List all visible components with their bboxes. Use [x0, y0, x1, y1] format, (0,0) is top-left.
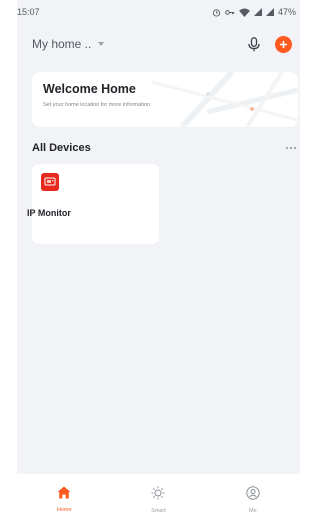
device-card[interactable]: [32, 164, 159, 244]
add-icon[interactable]: [275, 35, 292, 53]
sun-icon: [151, 486, 165, 505]
ip-monitor-icon: [41, 173, 59, 191]
welcome-card[interactable]: Welcome Home Set your home location for …: [32, 72, 298, 127]
more-options-icon[interactable]: [286, 147, 296, 149]
tab-smart[interactable]: Smart: [111, 474, 205, 516]
devices-section-header: All Devices: [32, 140, 296, 156]
user-icon: [246, 486, 260, 505]
device-name: IP Monitor: [27, 208, 71, 218]
alarm-icon: [212, 8, 221, 17]
tab-home[interactable]: Home: [17, 474, 111, 516]
welcome-title: Welcome Home: [43, 82, 136, 96]
welcome-subtitle: Set your home location for more informat…: [43, 102, 150, 108]
home-name: My home ..: [32, 37, 92, 51]
status-icons: 47%: [212, 7, 296, 17]
header-actions: [247, 35, 292, 53]
wifi-icon: [239, 7, 250, 17]
tab-bar: Home Smart Me: [17, 474, 300, 516]
home-selector[interactable]: My home ..: [32, 37, 105, 51]
microphone-icon[interactable]: [247, 36, 261, 52]
map-illustration: [32, 72, 298, 127]
status-bar: 15:07 47%: [17, 0, 300, 24]
header: My home ..: [17, 24, 300, 64]
tab-label: Home: [56, 507, 72, 513]
signal-icon: [265, 8, 274, 16]
signal-icon: [253, 8, 262, 16]
battery-text: 47%: [277, 7, 296, 17]
tab-label: Me: [249, 508, 257, 514]
status-time: 15:07: [17, 7, 40, 17]
key-icon: [225, 9, 235, 16]
tab-me[interactable]: Me: [206, 474, 300, 516]
home-icon: [57, 486, 71, 504]
tab-label: Smart: [151, 508, 166, 514]
section-title: All Devices: [32, 142, 91, 154]
caret-down-icon: [98, 42, 105, 46]
app-screen: 15:07 47% My home .. Welcome Home Set yo…: [17, 0, 300, 516]
